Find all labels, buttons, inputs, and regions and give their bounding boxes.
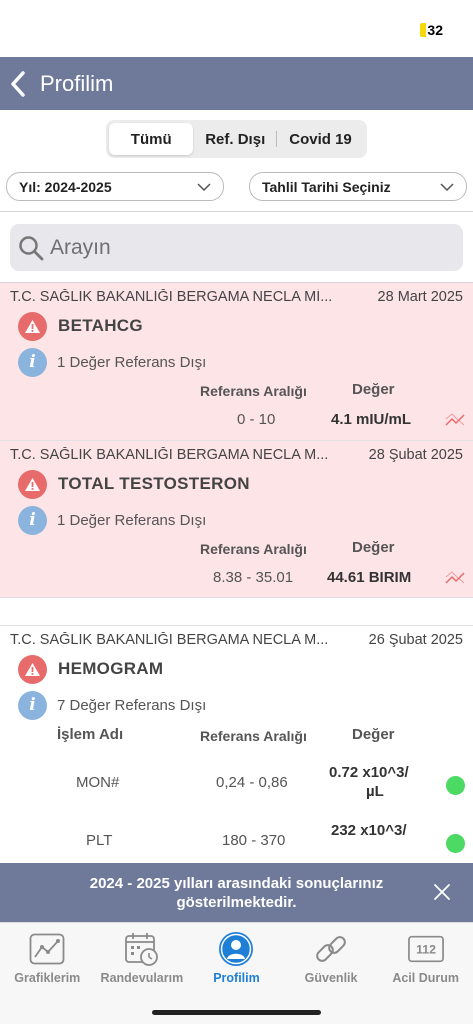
info-toast: 2024 - 2025 yılları arasındaki sonuçları… [0,863,473,922]
back-chevron-icon[interactable] [10,70,32,98]
emergency-badge-text: 112 [416,943,436,957]
test-item-name: MON# [76,774,120,791]
toast-message: 2024 - 2025 yılları arasındaki sonuçları… [89,874,384,911]
value-header: Değer [352,539,395,556]
value-header: Değer [352,726,395,743]
result-value: 44.61 BIRIM [327,569,412,586]
institution-name: T.C. SAĞLIK BAKANLIĞI BERGAMA NECLA Mİ..… [10,289,333,305]
segment-all[interactable]: Tümü [109,123,194,155]
status-bar: 32 [0,0,473,57]
home-indicator [152,1010,321,1015]
tab-randevularim[interactable]: Randevularım [95,923,190,993]
table-row: MON# 0,24 - 0,86 0.72 x10^3/ µL [0,752,473,810]
page-title: Profilim [40,70,114,96]
year-dropdown[interactable]: Yıl: 2024-2025 [6,172,224,201]
ref-range-header: Referans Aralığı [200,383,307,399]
tab-label: Acil Durum [392,971,460,985]
test-name: BETAHCG [58,316,143,335]
warning-icon [18,654,47,684]
info-icon: i [18,690,47,720]
ref-range-value: 180 - 370 [222,832,286,849]
test-item-header: İşlem Adı [57,726,124,743]
search-bar[interactable] [10,224,463,271]
list-gap [0,598,473,625]
result-card-betahcg[interactable]: T.C. SAĞLIK BAKANLIĞI BERGAMA NECLA Mİ..… [0,283,473,441]
tab-acil-durum[interactable]: 112 Acil Durum [378,923,473,993]
result-date: 28 Mart 2025 [377,289,463,305]
battery-level: 32 [427,22,443,38]
ref-range-value: 0,24 - 0,86 [216,774,288,791]
test-item-name: PLT [86,832,113,849]
chevron-down-icon [440,182,454,191]
ref-range-header: Referans Aralığı [200,541,307,557]
profile-icon [218,931,254,967]
test-name: HEMOGRAM [58,659,164,678]
battery-indicator: 32 [420,22,443,38]
result-value: 0.72 x10^3/ [329,764,409,781]
divider [0,211,473,212]
link-icon [313,931,349,967]
info-icon: i [18,505,47,535]
chart-icon [29,931,65,967]
trend-chart-icon [445,571,465,584]
table-row: PLT 180 - 370 232 x10^3/ [0,810,473,853]
result-date: 26 Şubat 2025 [368,632,463,648]
warning-icon [18,469,47,499]
test-name: TOTAL TESTOSTERON [58,474,250,493]
search-input[interactable] [50,235,430,260]
status-dot-icon [446,834,465,853]
battery-icon [420,23,427,37]
calendar-icon [124,931,160,967]
warning-icon [18,311,47,341]
close-icon[interactable] [433,883,451,901]
year-dropdown-value: Yıl: 2024-2025 [19,178,112,195]
tab-label: Randevularım [100,971,184,985]
result-value-unit: µL [366,783,384,800]
out-of-range-count: 1 Değer Referans Dışı [57,353,207,371]
chevron-down-icon [197,182,211,191]
search-icon [19,235,44,260]
ref-range-header: Referans Aralığı [200,728,307,744]
tab-label: Güvenlik [304,971,358,985]
out-of-range-count: 7 Değer Referans Dışı [57,696,207,714]
result-value: 232 x10^3/ [331,822,407,839]
test-date-dropdown[interactable]: Tahlil Tarihi Seçiniz [249,172,467,201]
emergency-112-icon: 112 [407,931,444,967]
result-card-total-testosteron[interactable]: T.C. SAĞLIK BAKANLIĞI BERGAMA NECLA M...… [0,441,473,598]
segment-covid19[interactable]: Covid 19 [277,123,364,155]
tab-label: Grafiklerim [14,971,81,985]
out-of-range-count: 1 Değer Referans Dışı [57,511,207,529]
value-header: Değer [352,381,395,398]
status-dot-icon [446,776,465,795]
info-icon: i [18,347,47,377]
nav-bar: Profilim [0,57,473,110]
tab-grafiklerim[interactable]: Grafiklerim [0,923,95,993]
ref-range-value: 8.38 - 35.01 [213,569,294,586]
result-card-hemogram[interactable]: T.C. SAĞLIK BAKANLIĞI BERGAMA NECLA M...… [0,625,473,865]
institution-name: T.C. SAĞLIK BAKANLIĞI BERGAMA NECLA M... [10,632,329,648]
ref-range-value: 0 - 10 [237,411,276,428]
filter-segmented-control: Tümü Ref. Dışı Covid 19 [106,120,367,158]
result-date: 28 Şubat 2025 [368,447,463,463]
tab-profilim[interactable]: Profilim [189,923,284,993]
segment-out-of-range[interactable]: Ref. Dışı [193,123,278,155]
result-value: 4.1 mIU/mL [331,411,412,428]
tab-guvenlik[interactable]: Güvenlik [284,923,379,993]
tab-bar: Grafiklerim Randevularım Profilim Güvenl… [0,922,473,1024]
test-date-dropdown-value: Tahlil Tarihi Seçiniz [262,178,391,195]
trend-chart-icon [445,413,465,426]
tab-label: Profilim [213,971,260,985]
institution-name: T.C. SAĞLIK BAKANLIĞI BERGAMA NECLA M... [10,447,329,463]
